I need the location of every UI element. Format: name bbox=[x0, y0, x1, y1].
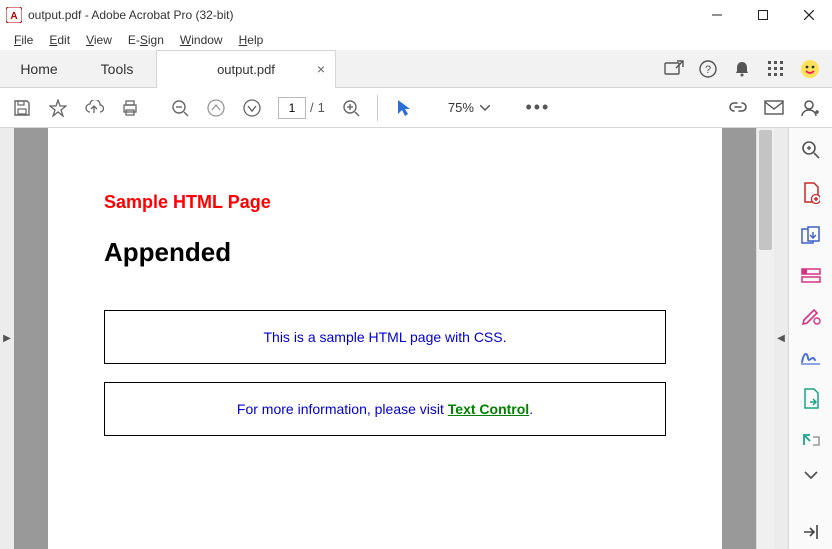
doc-box-1: This is a sample HTML page with CSS. bbox=[104, 310, 666, 364]
main-area: ▶ Sample HTML Page Appended This is a sa… bbox=[0, 128, 832, 549]
close-tab-icon[interactable]: × bbox=[317, 61, 325, 77]
document-viewer: Sample HTML Page Appended This is a samp… bbox=[14, 128, 774, 549]
zoom-select[interactable]: 75% bbox=[448, 100, 490, 115]
window-title: output.pdf - Adobe Acrobat Pro (32-bit) bbox=[28, 8, 233, 22]
collapse-rail-icon[interactable] bbox=[799, 524, 823, 540]
page-gutter-right bbox=[722, 128, 756, 549]
link-icon[interactable] bbox=[724, 94, 752, 122]
more-tools-rail-icon[interactable] bbox=[799, 432, 823, 448]
bell-icon[interactable] bbox=[732, 59, 752, 79]
star-icon[interactable] bbox=[44, 94, 72, 122]
left-panel-toggle[interactable]: ▶ bbox=[0, 128, 14, 549]
chevron-down-icon bbox=[480, 105, 490, 111]
maximize-button[interactable] bbox=[740, 0, 786, 30]
page-separator: / bbox=[310, 100, 314, 115]
help-icon[interactable]: ? bbox=[698, 59, 718, 79]
doc-heading-black: Appended bbox=[104, 237, 666, 268]
search-in-doc-icon[interactable] bbox=[799, 140, 823, 160]
chevron-down-rail-icon[interactable] bbox=[799, 470, 823, 480]
page-number-input[interactable] bbox=[278, 97, 306, 119]
document-tab-bar: Home Tools output.pdf × ? bbox=[0, 50, 832, 88]
menu-esign[interactable]: E-Sign bbox=[122, 31, 170, 49]
app-icon: A bbox=[6, 7, 22, 23]
page-gutter-left bbox=[14, 128, 48, 549]
cloud-upload-icon[interactable] bbox=[80, 94, 108, 122]
more-tools-icon[interactable]: ••• bbox=[524, 94, 552, 122]
pdf-page: Sample HTML Page Appended This is a samp… bbox=[48, 128, 722, 549]
zoom-in-icon[interactable] bbox=[337, 94, 365, 122]
email-icon[interactable] bbox=[760, 94, 788, 122]
print-icon[interactable] bbox=[116, 94, 144, 122]
menu-edit[interactable]: Edit bbox=[43, 31, 76, 49]
page-total: 1 bbox=[318, 100, 325, 115]
menu-bar: File Edit View E-Sign Window Help bbox=[0, 30, 832, 50]
home-tab[interactable]: Home bbox=[0, 50, 78, 87]
menu-help[interactable]: Help bbox=[233, 31, 270, 49]
vertical-scrollbar[interactable] bbox=[756, 128, 774, 549]
close-button[interactable] bbox=[786, 0, 832, 30]
doc-heading-red: Sample HTML Page bbox=[104, 192, 666, 213]
scrollbar-thumb[interactable] bbox=[759, 130, 772, 250]
title-bar: A output.pdf - Adobe Acrobat Pro (32-bit… bbox=[0, 0, 832, 30]
zoom-out-icon[interactable] bbox=[166, 94, 194, 122]
account-add-icon[interactable] bbox=[796, 94, 824, 122]
tools-tab[interactable]: Tools bbox=[78, 50, 156, 87]
menu-window[interactable]: Window bbox=[174, 31, 229, 49]
menu-file[interactable]: File bbox=[8, 31, 39, 49]
apps-grid-icon[interactable] bbox=[766, 59, 786, 79]
save-icon[interactable] bbox=[8, 94, 36, 122]
zoom-value: 75% bbox=[448, 100, 474, 115]
right-tool-rail bbox=[788, 128, 832, 549]
edit-pdf-icon[interactable] bbox=[799, 306, 823, 326]
doc-box-2: For more information, please visit Text … bbox=[104, 382, 666, 436]
minimize-button[interactable] bbox=[694, 0, 740, 30]
svg-text:?: ? bbox=[705, 64, 711, 76]
tabbar-utilities: ? bbox=[664, 50, 832, 87]
export-pdf-icon[interactable] bbox=[799, 388, 823, 410]
combine-files-icon[interactable] bbox=[799, 226, 823, 246]
page-down-icon[interactable] bbox=[238, 94, 266, 122]
right-panel-toggle[interactable]: ◀ bbox=[774, 128, 788, 549]
text-control-link[interactable]: Text Control bbox=[448, 401, 529, 417]
menu-view[interactable]: View bbox=[80, 31, 118, 49]
document-tab[interactable]: output.pdf × bbox=[156, 50, 336, 88]
share-screen-icon[interactable] bbox=[664, 59, 684, 79]
doc-box-2-prefix: For more information, please visit bbox=[237, 401, 448, 417]
svg-text:A: A bbox=[10, 11, 17, 22]
doc-box-2-suffix: . bbox=[529, 401, 533, 417]
selection-tool-icon[interactable] bbox=[390, 94, 418, 122]
profile-icon[interactable] bbox=[800, 59, 820, 79]
document-tab-label: output.pdf bbox=[217, 62, 275, 77]
create-pdf-icon[interactable] bbox=[799, 182, 823, 204]
toolbar: / 1 75% ••• bbox=[0, 88, 832, 128]
sign-icon[interactable] bbox=[799, 348, 823, 366]
organize-pages-icon[interactable] bbox=[799, 268, 823, 284]
page-indicator: / 1 bbox=[278, 97, 325, 119]
page-up-icon[interactable] bbox=[202, 94, 230, 122]
